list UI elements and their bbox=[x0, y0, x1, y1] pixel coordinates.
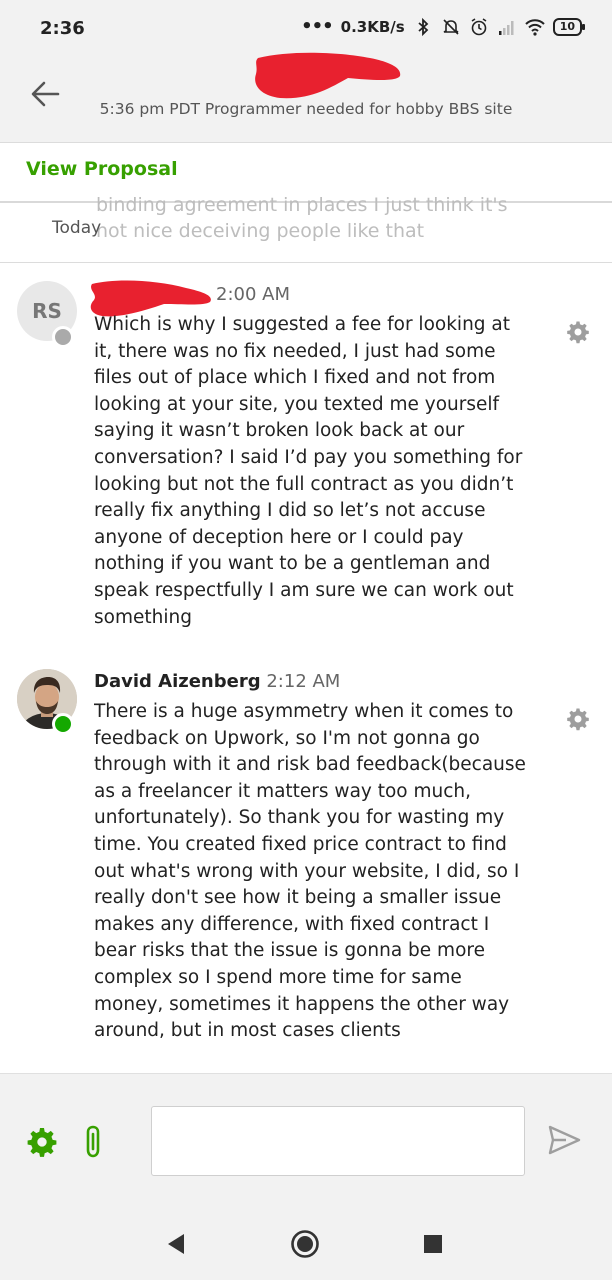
alarm-icon bbox=[471, 17, 487, 35]
sender-name: David Aizenberg bbox=[94, 671, 261, 692]
message-body: There is a huge asymmetry when it comes … bbox=[94, 701, 526, 1042]
message-header: David Aizenberg 2:12 AM bbox=[94, 671, 340, 692]
send-icon[interactable] bbox=[546, 1122, 582, 1158]
message-time: 2:00 AM bbox=[216, 284, 290, 305]
mute-icon bbox=[443, 18, 459, 35]
message-body: Which is why I suggested a fee for looki… bbox=[94, 314, 523, 628]
preview-line: not nice deceiving people like that bbox=[96, 220, 425, 242]
more-dots-icon: ••• bbox=[301, 16, 334, 37]
divider bbox=[0, 262, 612, 263]
system-navigation-bar bbox=[0, 1207, 612, 1280]
divider bbox=[0, 142, 612, 143]
gear-icon[interactable] bbox=[566, 320, 590, 344]
network-speed: 0.3KB/s bbox=[340, 17, 405, 36]
wifi-icon bbox=[524, 18, 545, 36]
message-time: 2:12 AM bbox=[266, 671, 341, 692]
preview-line: binding agreement in places I just think… bbox=[96, 194, 508, 216]
nav-back-icon[interactable] bbox=[164, 1231, 190, 1257]
gear-icon[interactable] bbox=[566, 707, 590, 731]
gear-icon[interactable] bbox=[26, 1126, 58, 1158]
nav-recent-apps-icon[interactable] bbox=[422, 1233, 444, 1255]
message-input[interactable] bbox=[151, 1106, 525, 1176]
battery-icon: 10 bbox=[552, 17, 586, 36]
previous-message-preview: binding agreement in places I just think… bbox=[44, 192, 534, 256]
offline-status-dot bbox=[52, 326, 74, 348]
message-composer bbox=[0, 1073, 612, 1207]
bluetooth-icon bbox=[418, 17, 429, 36]
signal-icon bbox=[498, 20, 514, 35]
status-indicators: ••• 0.3KB/s 10 bbox=[301, 16, 586, 37]
status-time: 2:36 bbox=[40, 18, 85, 39]
view-proposal-link[interactable]: View Proposal bbox=[26, 158, 178, 180]
redaction-mark bbox=[255, 52, 401, 99]
paperclip-icon[interactable] bbox=[80, 1124, 108, 1160]
date-separator: Today bbox=[52, 218, 102, 238]
nav-home-icon[interactable] bbox=[290, 1229, 320, 1259]
online-status-dot bbox=[52, 713, 74, 735]
